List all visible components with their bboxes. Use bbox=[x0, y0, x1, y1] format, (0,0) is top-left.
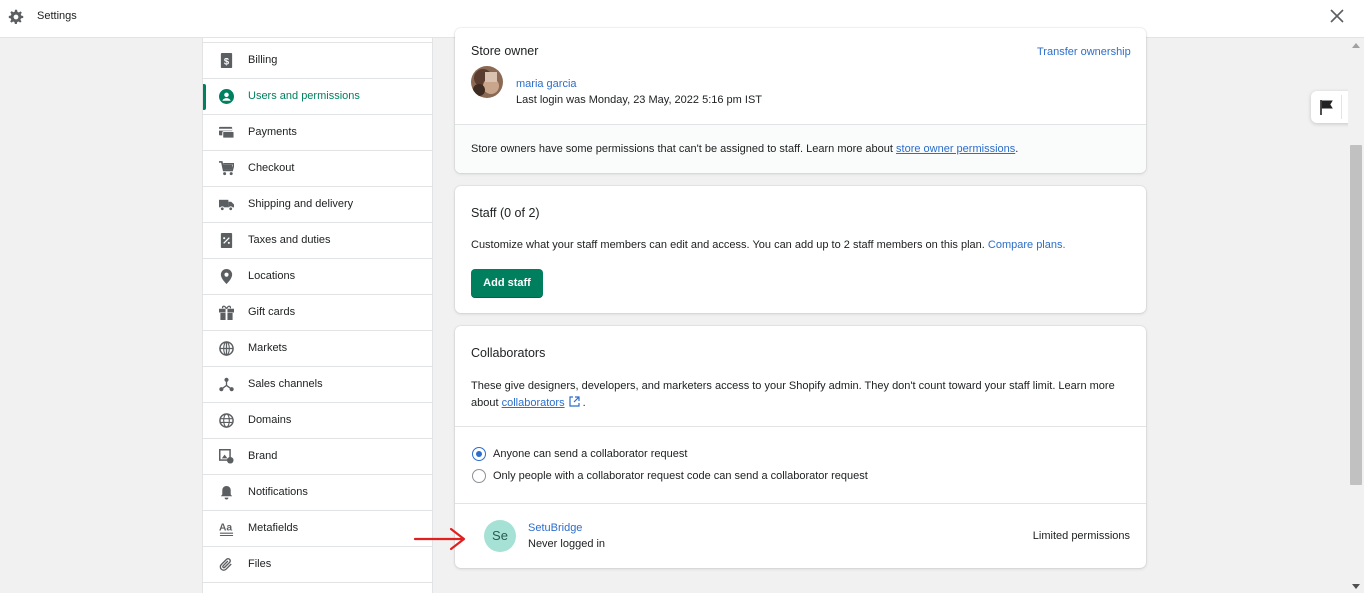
sidebar-item-label: Notifications bbox=[248, 486, 308, 498]
sidebar-item-users-and-permissions[interactable]: Users and permissions bbox=[203, 78, 432, 114]
owner-name-link[interactable]: maria garcia bbox=[516, 78, 577, 90]
sidebar-item-label: Payments bbox=[248, 126, 297, 138]
sidebar-item-label: Domains bbox=[248, 414, 292, 426]
collaborator-status: Never logged in bbox=[528, 538, 606, 550]
owner-note-text: Store owners have some permissions that … bbox=[471, 143, 1018, 155]
collaborators-desc-suffix: . bbox=[579, 397, 586, 409]
collaborators-card: Collaborators These give designers, deve… bbox=[455, 326, 1146, 568]
cart-icon bbox=[219, 161, 234, 176]
store-owner-card: Store owner Transfer ownership maria gar… bbox=[455, 28, 1146, 173]
page-scrollbar[interactable] bbox=[1348, 38, 1364, 593]
sidebar-item-label: Metafields bbox=[248, 522, 299, 534]
gift-icon bbox=[219, 305, 234, 320]
truck-icon bbox=[219, 199, 234, 212]
user-icon bbox=[219, 89, 234, 104]
external-link-icon[interactable] bbox=[568, 396, 580, 407]
radio-label-anyone: Anyone can send a collaborator request bbox=[493, 448, 688, 460]
sidebar-item-checkout[interactable]: Checkout bbox=[203, 150, 432, 186]
sidebar-item-domains[interactable]: Domains bbox=[203, 402, 432, 438]
payments-icon bbox=[219, 126, 234, 139]
scrollbar-thumb[interactable] bbox=[1350, 145, 1362, 485]
sidebar-item-label: Locations bbox=[248, 270, 296, 282]
sidebar-item-label: Billing bbox=[248, 54, 278, 66]
radio-anyone-can-request[interactable] bbox=[472, 447, 486, 461]
globe-icon bbox=[219, 413, 234, 428]
sidebar-item-label: Taxes and duties bbox=[248, 234, 331, 246]
owner-note-suffix: . bbox=[1015, 143, 1019, 155]
settings-sidebar: $ Billing Users and permissions Payments… bbox=[202, 38, 433, 593]
owner-note-prefix: Store owners have some permissions that … bbox=[471, 143, 897, 155]
collaborators-desc-line2: about collaborators . bbox=[471, 396, 586, 409]
card-divider bbox=[455, 426, 1146, 427]
billing-icon: $ bbox=[220, 53, 233, 68]
sidebar-item-label: Brand bbox=[248, 450, 278, 462]
sidebar-item-locations[interactable]: Locations bbox=[203, 258, 432, 294]
flag-icon[interactable] bbox=[1319, 99, 1335, 115]
tax-icon bbox=[220, 233, 233, 248]
owner-last-login: Last login was Monday, 23 May, 2022 5:16… bbox=[516, 94, 763, 106]
owner-avatar bbox=[471, 66, 503, 98]
sidebar-item-brand[interactable]: Brand bbox=[203, 438, 432, 474]
add-staff-button[interactable]: Add staff bbox=[471, 269, 543, 298]
staff-heading: Staff (0 of 2) bbox=[471, 206, 540, 220]
sidebar-item-label: Markets bbox=[248, 342, 288, 354]
widget-separator bbox=[1341, 95, 1342, 119]
sidebar-item-label: Sales channels bbox=[248, 378, 323, 390]
collaborators-desc-line1: These give designers, developers, and ma… bbox=[471, 380, 1115, 392]
gear-icon bbox=[8, 9, 24, 25]
svg-text:Aa: Aa bbox=[219, 522, 232, 533]
close-icon[interactable] bbox=[1328, 7, 1346, 25]
collaborator-avatar: Se bbox=[484, 520, 516, 552]
collaborators-link[interactable]: collaborators bbox=[502, 397, 565, 409]
sidebar-item-files[interactable]: Files bbox=[203, 546, 432, 582]
sidebar-item-label: Users and permissions bbox=[248, 90, 360, 102]
location-pin-icon bbox=[220, 269, 233, 284]
sidebar-item-billing[interactable]: $ Billing bbox=[203, 42, 432, 78]
sidebar-item-label: Files bbox=[248, 558, 272, 570]
collaborators-desc-prefix: about bbox=[471, 397, 502, 409]
store-owner-permissions-link[interactable]: store owner permissions bbox=[896, 143, 1015, 155]
sidebar-item-label: Shipping and delivery bbox=[248, 198, 354, 210]
sidebar-item-taxes-and-duties[interactable]: Taxes and duties bbox=[203, 222, 432, 258]
sidebar-item-notifications[interactable]: Notifications bbox=[203, 474, 432, 510]
store-owner-heading: Store owner bbox=[471, 44, 539, 58]
card-divider bbox=[455, 124, 1146, 125]
staff-description: Customize what your staff members can ed… bbox=[471, 239, 1066, 251]
staff-desc-text: Customize what your staff members can ed… bbox=[471, 239, 988, 251]
radio-request-code-only[interactable] bbox=[472, 469, 486, 483]
collaborator-name-link[interactable]: SetuBridge bbox=[528, 522, 582, 534]
bell-icon bbox=[220, 485, 233, 500]
window-title: Settings bbox=[37, 10, 77, 22]
sidebar-item-gift-cards[interactable]: Gift cards bbox=[203, 294, 432, 330]
collaborator-permissions: Limited permissions bbox=[1032, 530, 1130, 542]
annotation-arrow-icon bbox=[413, 527, 466, 551]
sidebar-item-divider bbox=[203, 582, 432, 593]
sidebar-item-sales-channels[interactable]: Sales channels bbox=[203, 366, 432, 402]
sidebar-item-shipping-and-delivery[interactable]: Shipping and delivery bbox=[203, 186, 432, 222]
card-divider bbox=[455, 503, 1146, 504]
compare-plans-link[interactable]: Compare plans. bbox=[988, 239, 1066, 251]
sidebar-item-metafields[interactable]: Aa Metafields bbox=[203, 510, 432, 546]
scroll-down-arrow-icon[interactable] bbox=[1352, 584, 1360, 589]
scroll-up-arrow-icon[interactable] bbox=[1352, 43, 1360, 48]
brand-icon bbox=[219, 449, 234, 464]
metafields-icon: Aa bbox=[219, 522, 234, 536]
sidebar-item-label: Gift cards bbox=[248, 306, 296, 318]
staff-card: Staff (0 of 2) Customize what your staff… bbox=[455, 186, 1146, 313]
collaborators-heading: Collaborators bbox=[471, 346, 546, 360]
sidebar-item-markets[interactable]: Markets bbox=[203, 330, 432, 366]
sidebar-item-payments[interactable]: Payments bbox=[203, 114, 432, 150]
svg-text:$: $ bbox=[224, 56, 230, 66]
transfer-ownership-link[interactable]: Transfer ownership bbox=[1037, 46, 1131, 58]
sidebar-item-label: Checkout bbox=[248, 162, 295, 174]
globe-grid-icon bbox=[219, 341, 234, 356]
paperclip-icon bbox=[219, 558, 232, 571]
radio-label-code-only: Only people with a collaborator request … bbox=[493, 470, 868, 482]
channels-icon bbox=[219, 377, 234, 392]
